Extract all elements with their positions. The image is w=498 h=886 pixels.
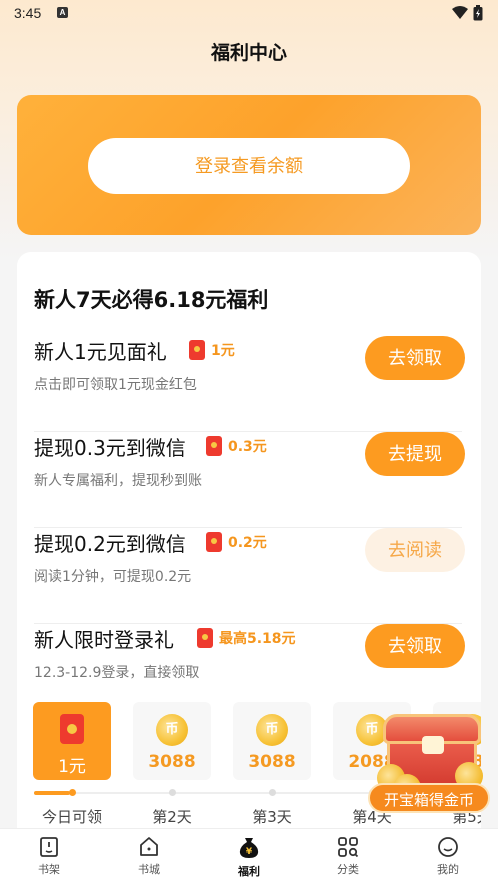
task-title: 提现0.2元到微信 bbox=[34, 532, 186, 556]
status-time: 3:45 bbox=[14, 5, 42, 21]
task-title: 新人限时登录礼 bbox=[34, 628, 174, 652]
task-action-button[interactable]: 去提现 bbox=[365, 432, 465, 476]
wifi-icon bbox=[452, 6, 468, 19]
task-action-button[interactable]: 去阅读 bbox=[365, 528, 465, 572]
svg-text:¥: ¥ bbox=[246, 847, 253, 857]
task-description: 点击即可领取1元现金红包 bbox=[34, 377, 197, 393]
day-progress-dot bbox=[269, 789, 276, 796]
home-icon bbox=[140, 837, 158, 856]
status-bar: 3:45 A bbox=[0, 0, 498, 26]
day-label: 第3天 bbox=[252, 808, 292, 826]
red-envelope-icon bbox=[206, 436, 222, 456]
task-row: 新人1元见面礼 1元点击即可领取1元现金红包 去领取 bbox=[34, 336, 466, 432]
coin-icon: 币 bbox=[156, 714, 188, 746]
day-reward-box: 币 3088 bbox=[133, 702, 211, 780]
task-reward-amount: 0.2元 bbox=[228, 535, 267, 551]
task-action-button[interactable]: 去领取 bbox=[365, 336, 465, 380]
day-reward-box: 币 3088 bbox=[233, 702, 311, 780]
task-title: 提现0.3元到微信 bbox=[34, 436, 186, 460]
day-reward-box: 1元 bbox=[33, 702, 111, 780]
battery-icon bbox=[473, 5, 483, 21]
task-row: 提现0.3元到微信 0.3元新人专属福利，提现秒到账 去提现 bbox=[34, 432, 466, 528]
task-reward: 0.3元 bbox=[206, 436, 267, 456]
task-description: 新人专属福利，提现秒到账 bbox=[34, 473, 202, 489]
red-envelope-icon bbox=[189, 340, 205, 360]
nav-item-bookstore[interactable]: 书城 bbox=[119, 835, 179, 877]
day-progress-fill bbox=[34, 791, 70, 795]
login-card: 登录查看余额 bbox=[17, 95, 481, 235]
day-reward-amount: 1元 bbox=[58, 757, 86, 777]
day-reward-item[interactable]: 1元今日可领 bbox=[33, 702, 111, 842]
nav-item-bookshelf[interactable]: 书架 bbox=[19, 835, 79, 877]
red-envelope-icon bbox=[197, 628, 213, 648]
nav-item-profile[interactable]: 我的 bbox=[418, 835, 478, 877]
day-progress-dot bbox=[69, 789, 76, 796]
task-description: 12.3-12.9登录，直接领取 bbox=[34, 665, 200, 681]
day-reward-amount: 3088 bbox=[248, 752, 296, 772]
bookshelf-icon bbox=[40, 837, 58, 857]
day-reward-amount: 3088 bbox=[148, 752, 196, 772]
task-reward-amount: 最高5.18元 bbox=[219, 631, 296, 647]
red-envelope-icon bbox=[206, 532, 222, 552]
welfare-title: 新人7天必得6.18元福利 bbox=[34, 288, 269, 312]
task-description: 阅读1分钟，可提现0.2元 bbox=[34, 569, 192, 585]
bottom-nav: 书架 书城 ¥ 福利 分类 我的 bbox=[0, 828, 498, 886]
task-title: 新人1元见面礼 bbox=[34, 340, 167, 364]
task-reward: 1元 bbox=[189, 340, 235, 360]
task-reward-amount: 0.3元 bbox=[228, 439, 267, 455]
open-treasure-button[interactable]: 开宝箱得金币 bbox=[368, 783, 490, 813]
category-icon bbox=[338, 837, 359, 858]
day-reward-item[interactable]: 币 3088 第3天 bbox=[233, 702, 311, 842]
page-title: 福利中心 bbox=[210, 42, 287, 64]
notification-badge-icon: A bbox=[57, 7, 68, 18]
nav-item-category[interactable]: 分类 bbox=[318, 835, 378, 877]
day-progress-dot bbox=[169, 789, 176, 796]
day-label: 第2天 bbox=[152, 808, 192, 826]
day-reward-item[interactable]: 币 3088 第2天 bbox=[133, 702, 211, 842]
day-label: 今日可领 bbox=[41, 808, 102, 826]
red-envelope-icon bbox=[60, 714, 84, 744]
profile-icon bbox=[438, 837, 458, 857]
task-row: 提现0.2元到微信 0.2元阅读1分钟，可提现0.2元 去阅读 bbox=[34, 528, 466, 624]
nav-item-welfare[interactable]: ¥ 福利 bbox=[219, 835, 279, 879]
task-reward-amount: 1元 bbox=[211, 343, 235, 359]
task-action-button[interactable]: 去领取 bbox=[365, 624, 465, 668]
task-reward: 0.2元 bbox=[206, 532, 267, 552]
money-bag-icon: ¥ bbox=[239, 838, 259, 858]
login-view-balance-button[interactable]: 登录查看余额 bbox=[88, 138, 410, 194]
task-reward: 最高5.18元 bbox=[197, 628, 296, 648]
coin-icon: 币 bbox=[256, 714, 288, 746]
